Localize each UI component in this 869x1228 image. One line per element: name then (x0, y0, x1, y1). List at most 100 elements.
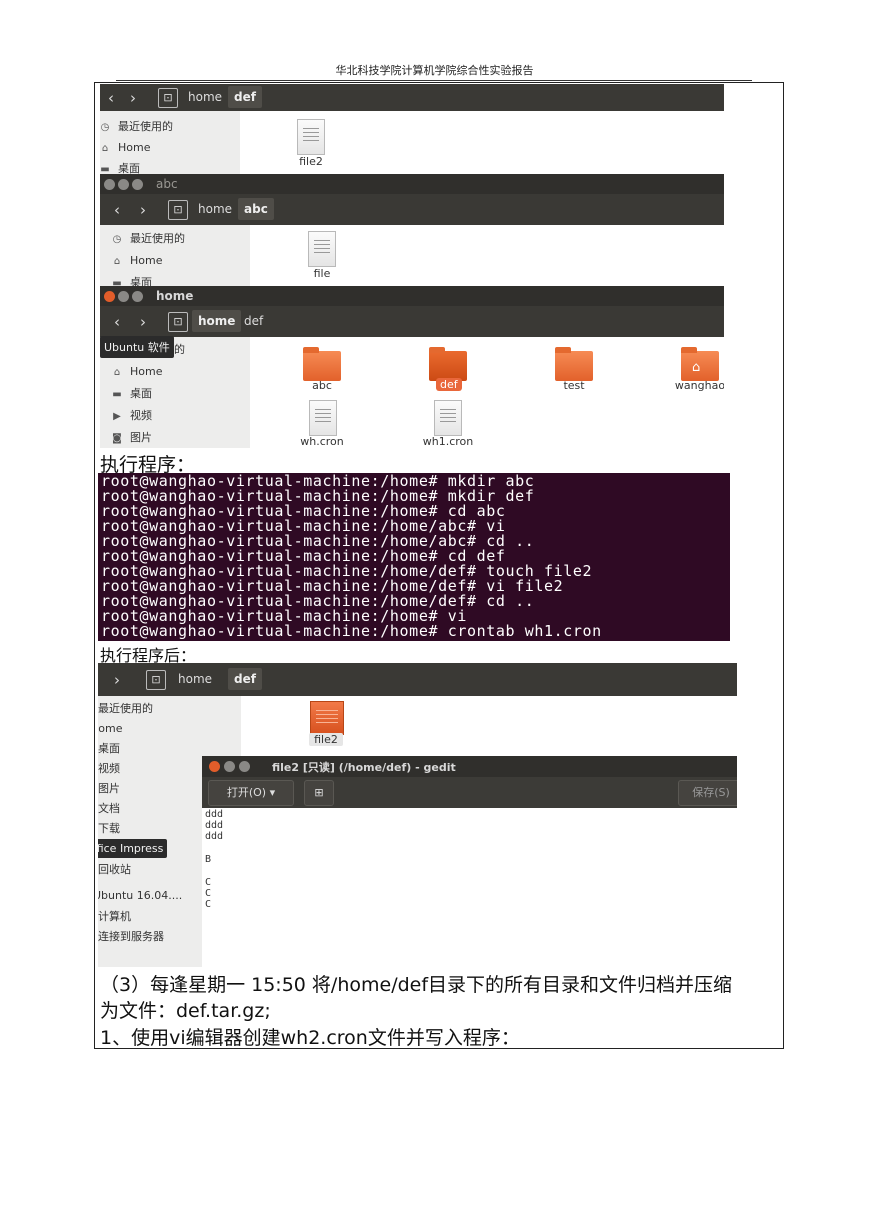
crumb-home[interactable]: home (172, 668, 218, 690)
close-button[interactable] (104, 179, 115, 190)
sidebar-item-home[interactable]: Home (98, 719, 122, 739)
back-button[interactable]: ‹ (100, 84, 122, 111)
home-icon: ⌂ (113, 367, 121, 378)
crumb-def[interactable]: def (228, 668, 262, 690)
home-folder-icon[interactable]: ⌂ (681, 347, 719, 381)
file-area: file2 (240, 111, 724, 176)
item-label-selected: def (436, 378, 462, 391)
sidebar-item-recent[interactable]: 最近使用的 (98, 699, 153, 719)
titlebar: abc (100, 174, 724, 194)
gedit-text-area[interactable]: ddd ddd ddd B C C C (202, 808, 737, 967)
save-button[interactable]: 保存(S) (678, 780, 737, 806)
sidebar-item-ubuntu[interactable]: Ubuntu 16.04.... (98, 886, 182, 906)
sidebar-item-recent[interactable]: ◷ 最近使用的 (100, 117, 173, 137)
header-rule (116, 80, 752, 81)
crumb-abc[interactable]: abc (238, 198, 274, 220)
clock-icon: ◷ (112, 234, 122, 245)
minimize-button[interactable] (224, 761, 235, 772)
drive-icon[interactable]: ⊡ (158, 88, 178, 108)
folder-icon[interactable] (555, 347, 593, 381)
sidebar-item-home[interactable]: ⌂ Home (100, 138, 151, 158)
paragraph-line-2: 为文件：def.tar.gz; (100, 1000, 271, 1022)
text-file-icon[interactable] (310, 701, 344, 735)
sidebar-item-videos[interactable]: ▶ 视频 (110, 406, 152, 426)
maximize-button[interactable] (132, 291, 143, 302)
toolbar: ‹ › ⊡ home def (100, 306, 724, 337)
back-button[interactable]: ‹ (106, 194, 128, 225)
folder-icon[interactable] (303, 347, 341, 381)
clock-icon: ◷ (100, 122, 110, 133)
sidebar-item-home[interactable]: ⌂ Home (110, 251, 163, 271)
file-area: abc def test ⌂ wanghao wh.cron wh1.cron (250, 337, 724, 448)
drive-icon[interactable]: ⊡ (168, 200, 188, 220)
sidebar-item-trash[interactable]: 回收站 (98, 860, 131, 880)
item-label: wh1.cron (422, 435, 474, 448)
sidebar-item-connect-server[interactable]: 连接到服务器 (98, 927, 164, 947)
text-file-icon[interactable] (308, 231, 336, 267)
sidebar-item-computer[interactable]: 计算机 (98, 907, 131, 927)
file-area: file (250, 225, 724, 288)
sidebar-item-videos[interactable]: 视频 (98, 759, 120, 779)
forward-button[interactable]: › (106, 663, 128, 696)
sidebar-item-recent[interactable]: ◷ 最近使用的 (110, 229, 185, 249)
sidebar-item-pictures[interactable]: ◙ 图片 (110, 428, 152, 448)
file-label: file (313, 267, 331, 280)
toolbar: ‹ › ⊡ home def (100, 84, 724, 111)
new-tab-button[interactable]: ⊞ (304, 780, 334, 806)
back-button[interactable]: ‹ (106, 306, 128, 337)
item-label: test (563, 379, 585, 392)
forward-button[interactable]: › (132, 306, 154, 337)
tooltip-impress: ffice Impress (98, 839, 168, 858)
text-file-icon[interactable] (434, 400, 462, 436)
forward-button[interactable]: › (122, 84, 144, 111)
sidebar-item-home[interactable]: ⌂ Home (110, 362, 163, 382)
item-label: wanghao (674, 379, 724, 392)
window-def-top: ‹ › ⊡ home def ◷ 最近使用的 ⌂ Home ▬ 桌面 file2 (100, 84, 724, 176)
drive-icon[interactable]: ⊡ (168, 312, 188, 332)
minimize-button[interactable] (118, 179, 129, 190)
crumb-def[interactable]: def (228, 86, 262, 108)
crumb-home[interactable]: home (182, 86, 228, 108)
maximize-button[interactable] (132, 179, 143, 190)
window-abc: abc ‹ › ⊡ home abc ◷ 最近使用的 ⌂ Home ▬ 桌面 file (100, 174, 724, 288)
camera-icon: ◙ (112, 433, 122, 444)
sidebar-item-desktop[interactable]: ▬ 桌面 (110, 384, 152, 404)
text-line: ddd (205, 831, 224, 842)
sidebar: ◷ 最近使用的 ⌂ Home ▬ 桌面 (100, 225, 250, 288)
text-line: C (205, 877, 212, 888)
crumb-home[interactable]: home (192, 310, 242, 332)
text-file-icon[interactable] (309, 400, 337, 436)
gedit-toolbar: 打开(O) ▾ ⊞ 保存(S) (202, 777, 737, 808)
text-file-icon[interactable] (297, 119, 325, 155)
open-button[interactable]: 打开(O) ▾ (208, 780, 294, 806)
sidebar: ◷ 最近使用的 ⌂ Home ▬ 桌面 (100, 111, 240, 176)
minimize-button[interactable] (118, 291, 129, 302)
folder-icon: ▬ (112, 389, 122, 400)
gedit-window: file2 [只读] (/home/def) - gedit 打开(O) ▾ ⊞… (202, 756, 737, 967)
forward-button[interactable]: › (132, 194, 154, 225)
folder-icon[interactable] (429, 347, 467, 381)
sidebar-item-desktop[interactable]: 桌面 (98, 739, 120, 759)
sidebar-item-pictures[interactable]: 图片 (98, 779, 120, 799)
text-line: ddd (205, 820, 224, 831)
drive-icon[interactable]: ⊡ (146, 670, 166, 690)
file-label: file2 (309, 733, 343, 746)
toolbar: ‹ › ⊡ home abc (100, 194, 724, 225)
paragraph-line-3: 1、使用vi编辑器创建wh2.cron文件并写入程序： (100, 1027, 520, 1049)
text-line: C (205, 899, 212, 910)
tooltip: Ubuntu 软件 (100, 336, 174, 358)
crumb-home[interactable]: home (192, 198, 238, 220)
sidebar-item-recent[interactable]: 的 (174, 340, 185, 360)
page-header-title: 华北科技学院计算机学院综合性实验报告 (335, 64, 534, 77)
sidebar-item-documents[interactable]: 文档 (98, 799, 120, 819)
maximize-button[interactable] (239, 761, 250, 772)
paragraph-line-1: （3）每逢星期一 15:50 将/home/def目录下的所有目录和文件归档并压… (100, 974, 733, 996)
terminal: root@wanghao-virtual-machine:/home# mkdi… (98, 473, 730, 641)
sidebar-item-downloads[interactable]: 下载 (98, 819, 120, 839)
text-line: C (205, 888, 212, 899)
close-button[interactable] (209, 761, 220, 772)
close-button[interactable] (104, 291, 115, 302)
terminal-line: root@wanghao-virtual-machine:/home# cron… (101, 622, 602, 640)
window-home: home ‹ › ⊡ home def 的 ⌂ Home ▬ 桌面 ▶ 视频 ◙ 图片 … (100, 286, 724, 448)
crumb-def[interactable]: def (238, 310, 269, 332)
